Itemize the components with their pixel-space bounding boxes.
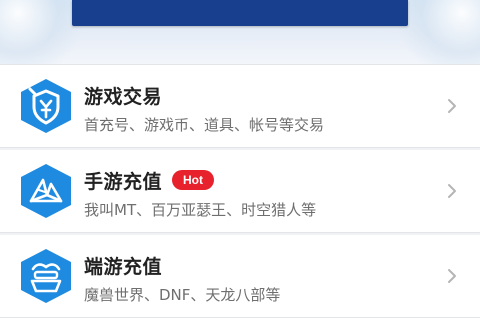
menu-item-pc-topup[interactable]: 端游充值 魔兽世界、DNF、天龙八部等 bbox=[0, 235, 480, 318]
top-banner bbox=[0, 0, 480, 64]
trade-icon bbox=[18, 77, 74, 135]
pc-game-icon bbox=[18, 247, 74, 305]
item-title-row: 游戏交易 bbox=[84, 81, 162, 109]
item-title: 手游充值 bbox=[84, 170, 163, 193]
item-subtitle: 魔兽世界、DNF、天龙八部等 bbox=[84, 286, 281, 304]
chevron-right-icon bbox=[446, 268, 458, 284]
hot-badge: Hot bbox=[172, 170, 215, 190]
item-subtitle: 首充号、游戏币、道具、帐号等交易 bbox=[84, 116, 325, 134]
item-subtitle: 我叫MT、百万亚瑟王、时空猎人等 bbox=[84, 201, 317, 219]
banner-card[interactable] bbox=[72, 0, 408, 26]
chevron-right-icon bbox=[446, 183, 458, 199]
menu-item-mobile-topup[interactable]: 手游充值 Hot 我叫MT、百万亚瑟王、时空猎人等 bbox=[0, 150, 480, 233]
item-title: 端游充值 bbox=[84, 255, 163, 278]
menu-item-game-trade[interactable]: 游戏交易 首充号、游戏币、道具、帐号等交易 bbox=[0, 64, 480, 148]
item-title: 游戏交易 bbox=[84, 85, 163, 108]
item-title-row: 手游充值 Hot bbox=[84, 166, 215, 194]
mobile-game-icon bbox=[18, 162, 74, 220]
chevron-right-icon bbox=[446, 98, 458, 114]
item-title-row: 端游充值 bbox=[84, 251, 162, 279]
menu-list: 游戏交易 首充号、游戏币、道具、帐号等交易 手游充值 Hot 我叫MT、百万亚瑟… bbox=[0, 64, 480, 318]
